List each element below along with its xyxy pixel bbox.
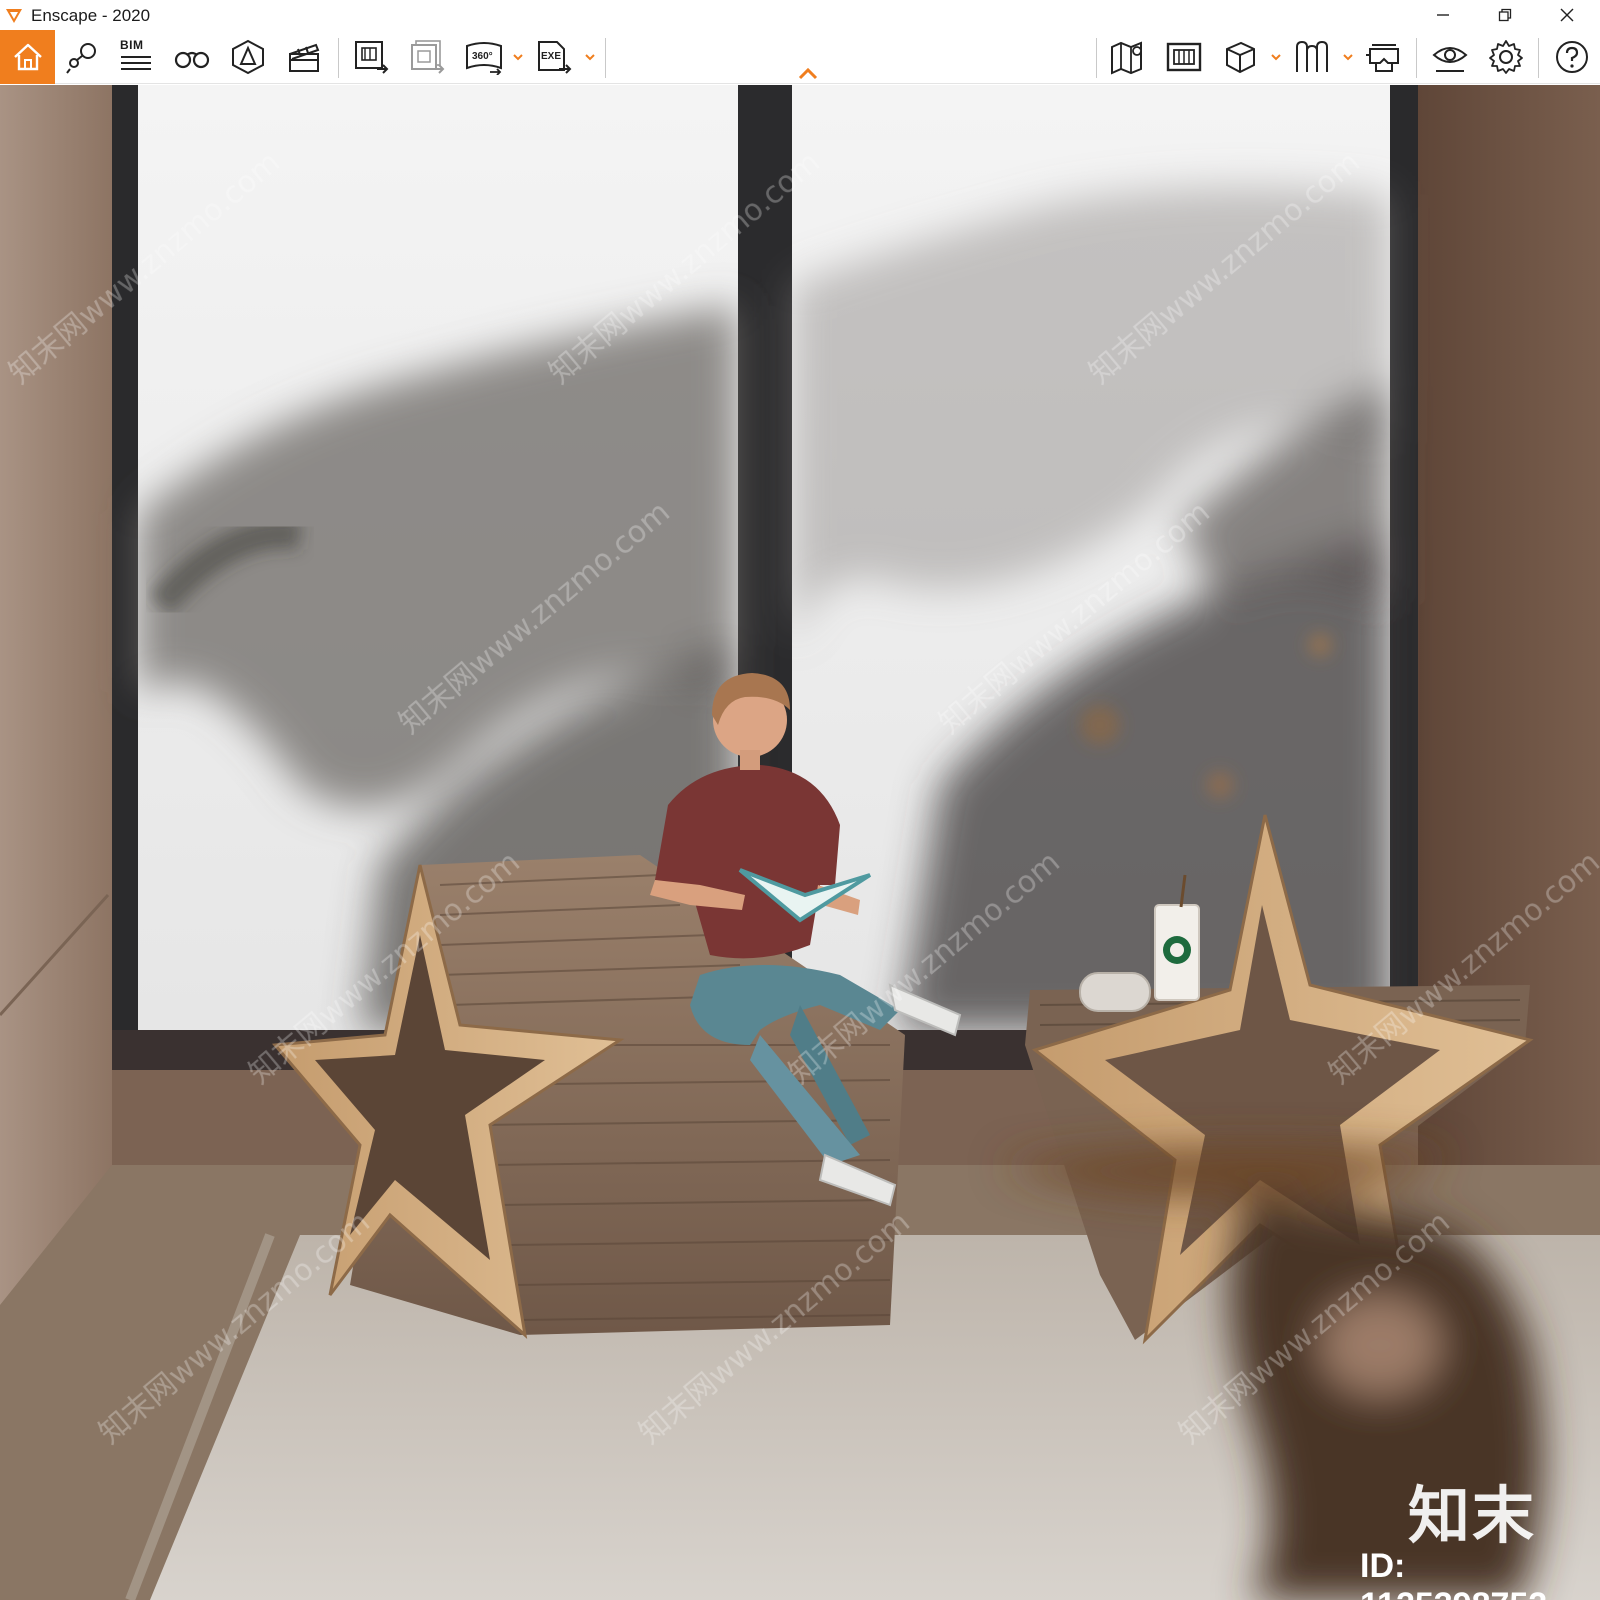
binoculars-icon [174,51,210,69]
render-viewport[interactable]: 知末网www.znzmo.com 知末网www.znzmo.com 知末网www… [0,85,1600,1600]
chevron-down-icon[interactable] [1342,52,1354,62]
minimize-icon [1437,14,1449,16]
close-icon [1560,8,1574,22]
views-icon [66,43,96,74]
home-icon [13,43,42,71]
help-button[interactable] [1550,35,1594,79]
close-button[interactable] [1544,0,1590,30]
panorama-360-button[interactable]: 360° [462,35,506,79]
map-icon [1111,41,1142,75]
toolbar-separator [1538,38,1539,78]
export-exe-button[interactable]: EXE [532,35,576,79]
watermark-logo: 知末 [1408,1479,1537,1552]
bim-label: BIM [120,38,144,52]
asset-library-button[interactable] [226,35,270,79]
cube-view-button[interactable] [1218,35,1262,79]
toolbar-separator [1096,38,1097,78]
scene-render: 知末网www.znzmo.com 知末网www.znzmo.com 知末网www… [0,85,1600,1600]
chevron-down-icon[interactable] [584,52,596,62]
video-editor-button[interactable] [282,35,326,79]
chevron-down-icon[interactable] [512,52,524,62]
minimize-button[interactable] [1420,0,1466,30]
toolbar-separator [1416,38,1417,78]
collaborative-annotation-icon [1296,40,1328,72]
title-bar: Enscape - 2020 [0,0,1600,30]
visual-settings-button[interactable] [1428,35,1472,79]
svg-text:360°: 360° [472,51,493,62]
help-icon [1556,41,1588,73]
cube-view-icon [1226,41,1255,74]
watermark-id: ID: 1125398752 [1360,1547,1547,1600]
svg-text:EXE: EXE [541,51,561,62]
binoculars-button[interactable] [170,35,214,79]
home-button[interactable] [0,30,55,84]
map-button[interactable] [1106,35,1150,79]
views-button[interactable] [60,35,104,79]
toolbar-separator [605,38,606,78]
panorama-360-icon: 360° [466,42,502,75]
toolbar-separator [338,38,339,78]
video-editor-icon [289,43,320,72]
window-title: Enscape - 2020 [31,6,151,25]
export-exe-icon: EXE [538,41,572,74]
restore-icon [1498,8,1512,22]
batch-render-button[interactable] [406,35,450,79]
vr-headset-button[interactable] [1362,35,1406,79]
vr-headset-icon [1366,44,1399,72]
asset-library-icon [232,39,264,75]
render-screenshot-button[interactable] [350,35,394,79]
collapse-toolbar-icon[interactable] [797,67,819,81]
settings-button[interactable] [1484,35,1528,79]
settings-gear-icon [1489,40,1523,74]
batch-render-icon [411,40,445,74]
collaborative-annotation-button[interactable] [1290,35,1334,79]
enscape-logo-icon [6,9,22,23]
material-editor-icon [1166,42,1202,72]
chevron-down-icon[interactable] [1270,52,1282,62]
material-editor-button[interactable] [1162,35,1206,79]
render-screenshot-icon [355,41,389,74]
restore-button[interactable] [1482,0,1528,30]
visual-settings-icon [1432,47,1468,72]
